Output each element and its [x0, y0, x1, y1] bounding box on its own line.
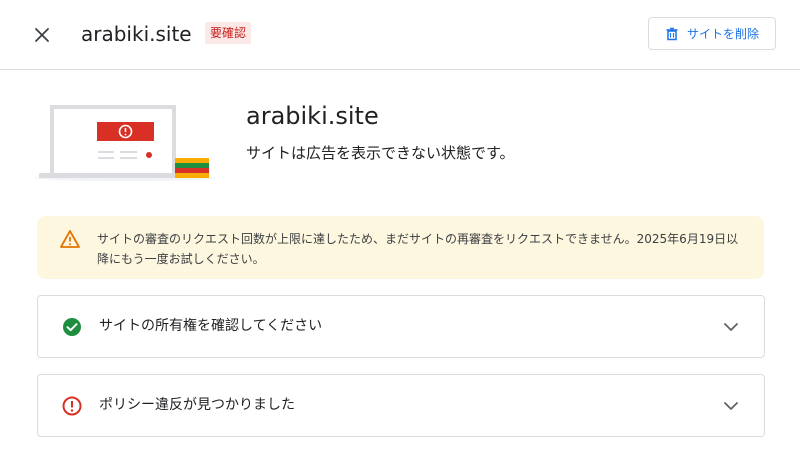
page-title: arabiki.site	[246, 102, 379, 130]
close-icon	[35, 28, 49, 42]
laptop-error-illustration	[35, 105, 215, 181]
warning-banner: サイトの審査のリクエスト回数が上限に達したため、まだサイトの再審査をリクエストで…	[37, 216, 764, 279]
policy-violation-label: ポリシー違反が見つかりました	[99, 397, 295, 413]
ownership-check-card[interactable]: サイトの所有権を確認してください	[37, 295, 765, 358]
policy-violation-card[interactable]: ポリシー違反が見つかりました	[37, 374, 765, 437]
status-badge: 要確認	[205, 22, 252, 44]
remove-site-label: サイトを削除	[686, 27, 759, 41]
warning-triangle-icon	[60, 230, 80, 248]
trash-icon	[666, 27, 678, 40]
ownership-check-label: サイトの所有権を確認してください	[99, 318, 323, 334]
check-circle-icon	[63, 318, 81, 336]
close-button[interactable]	[28, 21, 56, 49]
chevron-down-icon	[724, 323, 738, 331]
site-name: arabiki.site	[81, 22, 192, 46]
chevron-down-icon	[724, 402, 738, 410]
page-subtitle: サイトは広告を表示できない状態です。	[246, 144, 515, 162]
warning-text: サイトの審査のリクエスト回数が上限に達したため、まだサイトの再審査をリクエストで…	[97, 232, 739, 266]
top-bar: arabiki.site 要確認 サイトを削除	[0, 0, 800, 70]
error-circle-icon	[62, 396, 82, 416]
remove-site-button[interactable]: サイトを削除	[648, 17, 776, 50]
